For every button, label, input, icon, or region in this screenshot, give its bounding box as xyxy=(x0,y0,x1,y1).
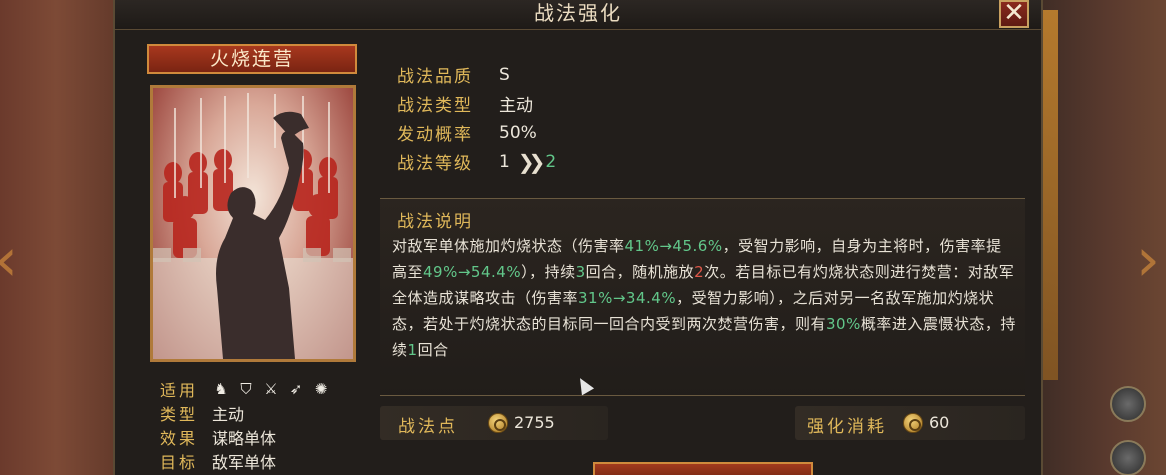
description-segment: 对敌军单体施加灼烧状态（伤害率 xyxy=(392,237,625,255)
quality-label: 战法品质 xyxy=(397,67,473,87)
applicable-row: 适用 ♞ ⛉ ⚔ ➶ ✺ xyxy=(160,377,360,401)
wheel-icon: ✺ xyxy=(314,380,328,398)
description-segment: 1 xyxy=(407,341,418,359)
quality-value: S xyxy=(499,64,510,85)
effect-value: 谋略单体 xyxy=(212,429,277,448)
prev-arrow-icon[interactable]: ‹ xyxy=(0,225,18,295)
trigger-rate-value: 50% xyxy=(499,122,537,143)
coin-icon xyxy=(488,413,508,433)
title-bar: 战法强化 xyxy=(115,0,1041,30)
skill-type-label: 战法类型 xyxy=(397,96,473,116)
side-round-button[interactable] xyxy=(1110,386,1146,422)
close-icon: ✕ xyxy=(1003,0,1025,28)
skill-name-plate: 火烧连营 xyxy=(147,44,357,74)
level-label: 战法等级 xyxy=(397,154,473,174)
applicable-label: 适用 xyxy=(160,381,199,400)
upgrade-cost-label: 强化消耗 xyxy=(807,417,887,437)
level-next: 2 xyxy=(545,151,557,172)
description-segment: 2 xyxy=(694,263,705,281)
level-row: 战法等级 1 ❯❯ 2 xyxy=(397,147,556,176)
card-illustration xyxy=(153,93,353,359)
level-current: 1 xyxy=(499,151,510,172)
target-row: 目标 敌军单体 xyxy=(160,449,360,473)
panel-title: 战法强化 xyxy=(534,1,622,25)
card-info: 适用 ♞ ⛉ ⚔ ➶ ✺ 类型 主动 效果 谋略单体 目标 敌军单体 xyxy=(160,377,360,473)
target-value: 敌军单体 xyxy=(212,453,277,472)
coin-icon xyxy=(903,413,923,433)
double-chevron-right-icon: ❯❯ xyxy=(517,149,545,174)
skill-attributes: 战法品质 S 战法类型 主动 发动概率 50% 战法等级 1 ❯❯ 2 xyxy=(397,60,556,176)
effect-label: 效果 xyxy=(160,429,199,448)
target-label: 目标 xyxy=(160,453,199,472)
unit-type-icons: ♞ ⛉ ⚔ ➶ ✺ xyxy=(208,380,330,398)
trigger-rate-row: 发动概率 50% xyxy=(397,118,556,147)
quality-row: 战法品质 S xyxy=(397,60,556,89)
description-segment: 31%→34.4% xyxy=(578,289,677,307)
description-text: 对敌军单体施加灼烧状态（伤害率41%→45.6%，受智力影响，自身为主将时，伤害… xyxy=(392,233,1017,363)
upgrade-button[interactable] xyxy=(593,462,813,475)
description-title: 战法说明 xyxy=(397,212,473,232)
next-arrow-icon[interactable]: › xyxy=(1136,225,1160,295)
skill-type-row: 战法类型 主动 xyxy=(397,89,556,118)
crossed-swords-icon: ⚔ xyxy=(264,380,278,398)
description-segment: 30% xyxy=(826,315,861,333)
cavalry-icon: ♞ xyxy=(214,380,228,398)
description-segment: 回合，随机施放 xyxy=(585,263,695,281)
skill-upgrade-panel: 战法强化 ✕ 火烧连营 适用 ♞ ⛉ ⚔ ➶ ✺ 类型 主动 效果 谋略单体 目… xyxy=(113,0,1043,475)
effect-row: 效果 谋略单体 xyxy=(160,425,360,449)
type-label: 类型 xyxy=(160,405,199,424)
skill-name: 火烧连营 xyxy=(209,48,294,70)
upgrade-cost-value: 60 xyxy=(929,413,950,432)
shield-icon: ⛉ xyxy=(240,380,252,398)
skill-points-label: 战法点 xyxy=(398,417,458,437)
skill-description-box: 战法说明 对敌军单体施加灼烧状态（伤害率41%→45.6%，受智力影响，自身为主… xyxy=(380,198,1025,396)
skill-type-value: 主动 xyxy=(499,96,533,116)
skill-points-box: 战法点 2755 xyxy=(380,406,608,440)
close-button[interactable]: ✕ xyxy=(999,0,1029,28)
description-segment: ），持续 xyxy=(521,263,576,281)
trigger-rate-label: 发动概率 xyxy=(397,125,473,145)
side-round-button[interactable] xyxy=(1110,440,1146,475)
spear-icon: ➶ xyxy=(289,380,303,398)
skill-card-art xyxy=(150,85,356,362)
skill-points-value: 2755 xyxy=(514,413,555,432)
description-segment: 回合 xyxy=(417,341,449,359)
type-row: 类型 主动 xyxy=(160,401,360,425)
upgrade-cost-box: 强化消耗 60 xyxy=(795,406,1025,440)
description-segment: 3 xyxy=(575,263,586,281)
description-segment: 49%→54.4% xyxy=(423,263,522,281)
description-segment: 41%→45.6% xyxy=(624,237,723,255)
type-value: 主动 xyxy=(212,405,245,424)
